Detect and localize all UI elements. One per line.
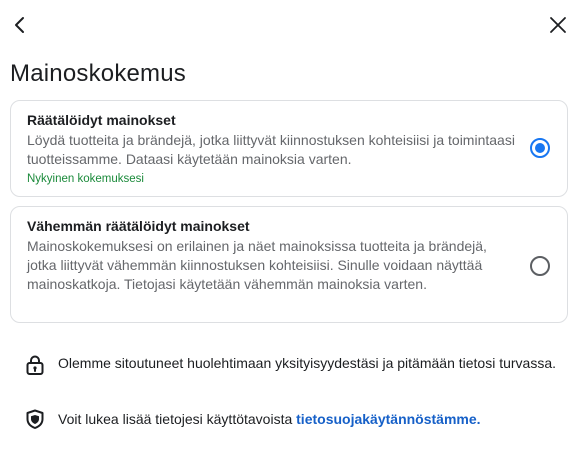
close-icon <box>550 17 566 33</box>
top-bar <box>0 0 577 50</box>
back-button[interactable] <box>8 12 34 38</box>
shield-icon <box>26 409 44 429</box>
close-button[interactable] <box>545 12 571 38</box>
privacy-text: Olemme sitoutuneet huolehtimaan yksityis… <box>58 355 557 371</box>
option-description: Mainoskokemuksesi on erilainen ja näet m… <box>27 238 487 292</box>
lock-icon <box>26 355 44 375</box>
policy-text-prefix: Voit lukea lisää tietojesi käyttötavoist… <box>58 411 297 427</box>
option-card-tailored-ads[interactable]: Räätälöidyt mainokset Löydä tuotteita ja… <box>10 100 568 197</box>
radio-less-tailored-ads[interactable] <box>530 256 550 276</box>
option-title: Vähemmän räätälöidyt mainokset <box>27 218 250 234</box>
option-card-less-tailored-ads[interactable]: Vähemmän räätälöidyt mainokset Mainoskok… <box>10 206 568 323</box>
current-experience-label: Nykyinen kokemuksesi <box>27 173 144 185</box>
policy-text: Voit lukea lisää tietojesi käyttötavoist… <box>58 410 570 429</box>
page-title: Mainoskokemus <box>10 60 187 87</box>
privacy-policy-link[interactable]: tietosuojakäytännöstämme. <box>296 411 480 427</box>
radio-tailored-ads-selected[interactable] <box>530 138 550 158</box>
option-description: Löydä tuotteita ja brändejä, jotka liitt… <box>27 132 515 167</box>
chevron-left-icon <box>15 17 24 33</box>
option-title: Räätälöidyt mainokset <box>27 112 176 128</box>
